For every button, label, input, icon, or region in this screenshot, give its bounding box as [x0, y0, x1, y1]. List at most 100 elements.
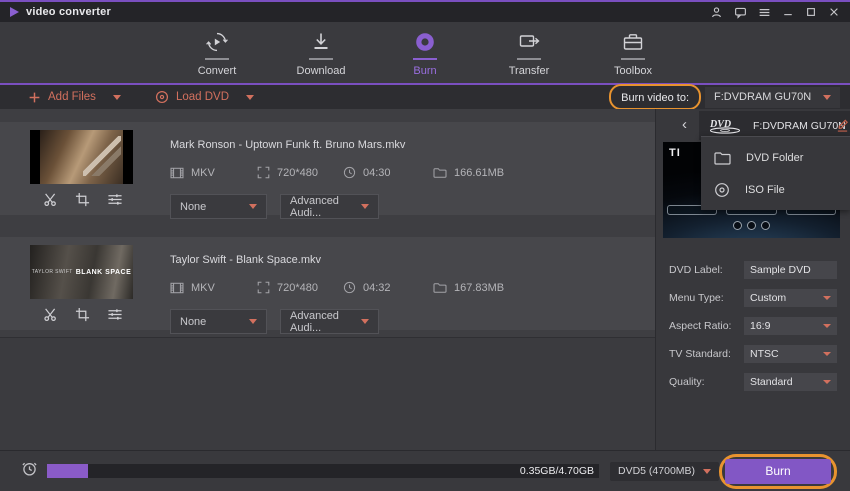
minimize-button[interactable]: [782, 6, 794, 18]
menu-option-iso-file[interactable]: ISO File: [701, 174, 850, 206]
edit-icon[interactable]: [836, 118, 849, 138]
chevron-down-icon: [823, 352, 831, 356]
burn-to-label: Burn video to:: [621, 92, 689, 104]
aspect-ratio-value: 16:9: [750, 320, 770, 332]
chevron-down-icon: [823, 95, 831, 100]
add-files-button[interactable]: Add Files: [28, 91, 121, 104]
size-icon: [433, 282, 447, 294]
main-nav: Convert Download Burn Transfer Toolbox: [0, 22, 850, 83]
size-icon: [433, 167, 447, 179]
quality-label: Quality:: [669, 376, 744, 388]
file-list: Mark Ronson - Uptown Funk ft. Bruno Mars…: [0, 109, 655, 491]
capacity-progress-bar: 0.35GB/4.70GB: [47, 464, 599, 478]
folder-icon: [714, 151, 731, 165]
convert-icon: [206, 29, 228, 53]
menu-type-value: Custom: [750, 292, 786, 304]
tab-download[interactable]: Download: [292, 29, 350, 77]
burn-destination-dropdown[interactable]: F:DVDRAM GU70N: [705, 87, 840, 108]
burn-destination-value: F:DVDRAM GU70N: [714, 91, 811, 103]
tab-label-toolbox: Toolbox: [614, 65, 652, 77]
load-dvd-button[interactable]: Load DVD: [155, 90, 254, 104]
file-resolution: 720*480: [277, 282, 318, 294]
file-size: 166.61MB: [454, 167, 504, 179]
effects-icon[interactable]: [107, 307, 123, 322]
toolbar: Add Files Load DVD Burn video to: F:DVDR…: [0, 85, 850, 109]
collapse-panel-icon[interactable]: ‹: [682, 117, 687, 132]
aspect-ratio-dropdown[interactable]: 16:9: [744, 317, 837, 335]
feedback-icon[interactable]: [734, 6, 747, 19]
progress-fill: [47, 464, 88, 478]
chevron-down-icon[interactable]: [246, 95, 254, 100]
tab-underline: [621, 58, 645, 60]
file-format: MKV: [191, 282, 215, 294]
tab-underline-active: [413, 58, 437, 60]
tab-label-download: Download: [297, 65, 346, 77]
thumbnail-text: BLANK SPACE: [76, 269, 132, 276]
burn-button[interactable]: Burn: [725, 459, 831, 484]
tab-label-burn: Burn: [413, 65, 436, 77]
crop-icon[interactable]: [75, 192, 90, 207]
burn-settings-panel: ‹ DVD F:DVDRAM GU70N TI: [655, 109, 850, 491]
chevron-down-icon: [703, 469, 711, 474]
tab-transfer[interactable]: Transfer: [500, 29, 558, 77]
close-button[interactable]: [828, 6, 840, 18]
file-duration: 04:32: [363, 282, 391, 294]
tv-standard-dropdown[interactable]: NTSC: [744, 345, 837, 363]
preview-title-text: TI: [669, 147, 681, 159]
chevron-down-icon: [361, 204, 369, 209]
menu-option-label: ISO File: [745, 184, 785, 196]
trim-icon[interactable]: [43, 192, 58, 207]
app-title: video converter: [26, 6, 111, 18]
app-logo-icon: [10, 7, 19, 17]
trim-icon[interactable]: [43, 307, 58, 322]
file-duration: 04:30: [363, 167, 391, 179]
effects-icon[interactable]: [107, 192, 123, 207]
tab-toolbox[interactable]: Toolbox: [604, 29, 662, 77]
dvd-logo-icon: DVD: [707, 117, 743, 135]
bottom-bar: 0.35GB/4.70GB DVD5 (4700MB) Burn: [0, 450, 850, 491]
menu-template-value: None: [180, 201, 206, 213]
chevron-down-icon[interactable]: [113, 95, 121, 100]
account-icon[interactable]: [710, 6, 723, 19]
plus-icon: [28, 91, 41, 104]
tab-convert[interactable]: Convert: [188, 29, 246, 77]
download-icon: [311, 29, 331, 53]
disc-icon: [155, 90, 169, 104]
file-resolution: 720*480: [277, 167, 318, 179]
chevron-down-icon: [361, 319, 369, 324]
resolution-icon: [257, 166, 270, 179]
aspect-ratio-label: Aspect Ratio:: [669, 320, 744, 332]
preview-nav-button: [761, 221, 770, 230]
preview-nav-button: [733, 221, 742, 230]
burn-icon: [414, 29, 436, 53]
output-target-menu: DVD Folder ISO File: [701, 136, 850, 210]
menu-type-dropdown[interactable]: Custom: [744, 289, 837, 307]
file-row-1[interactable]: Mark Ronson - Uptown Funk ft. Bruno Mars…: [0, 122, 655, 215]
row-gap: [0, 330, 655, 337]
annotation-highlight-burn-to: Burn video to:: [609, 84, 701, 110]
quality-dropdown[interactable]: Standard: [744, 373, 837, 391]
file-size: 167.83MB: [454, 282, 504, 294]
tab-label-convert: Convert: [198, 65, 237, 77]
add-files-label: Add Files: [48, 91, 96, 103]
crop-icon[interactable]: [75, 307, 90, 322]
tab-burn[interactable]: Burn: [396, 29, 454, 77]
disc-type-dropdown[interactable]: DVD5 (4700MB): [610, 462, 719, 481]
dvd-settings-form: DVD Label: Sample DVD Menu Type: Custom …: [669, 261, 837, 401]
format-icon: [170, 167, 184, 179]
preview-nav-button: [747, 221, 756, 230]
transfer-icon: [518, 29, 541, 53]
tab-underline: [517, 58, 541, 60]
menu-option-dvd-folder[interactable]: DVD Folder: [701, 142, 850, 174]
disc-type-value: DVD5 (4700MB): [618, 465, 695, 477]
dvd-label-input[interactable]: Sample DVD: [744, 261, 837, 279]
duration-icon: [343, 281, 356, 294]
menu-icon[interactable]: [758, 6, 771, 19]
maximize-button[interactable]: [805, 6, 817, 18]
video-thumbnail-2: TAYLOR SWIFT BLANK SPACE: [30, 245, 133, 299]
menu-option-label: DVD Folder: [746, 152, 803, 164]
tab-underline: [205, 58, 229, 60]
toolbox-icon: [622, 29, 644, 53]
file-row-2[interactable]: TAYLOR SWIFT BLANK SPACE Taylor Swift - …: [0, 237, 655, 330]
menu-type-label: Menu Type:: [669, 292, 744, 304]
